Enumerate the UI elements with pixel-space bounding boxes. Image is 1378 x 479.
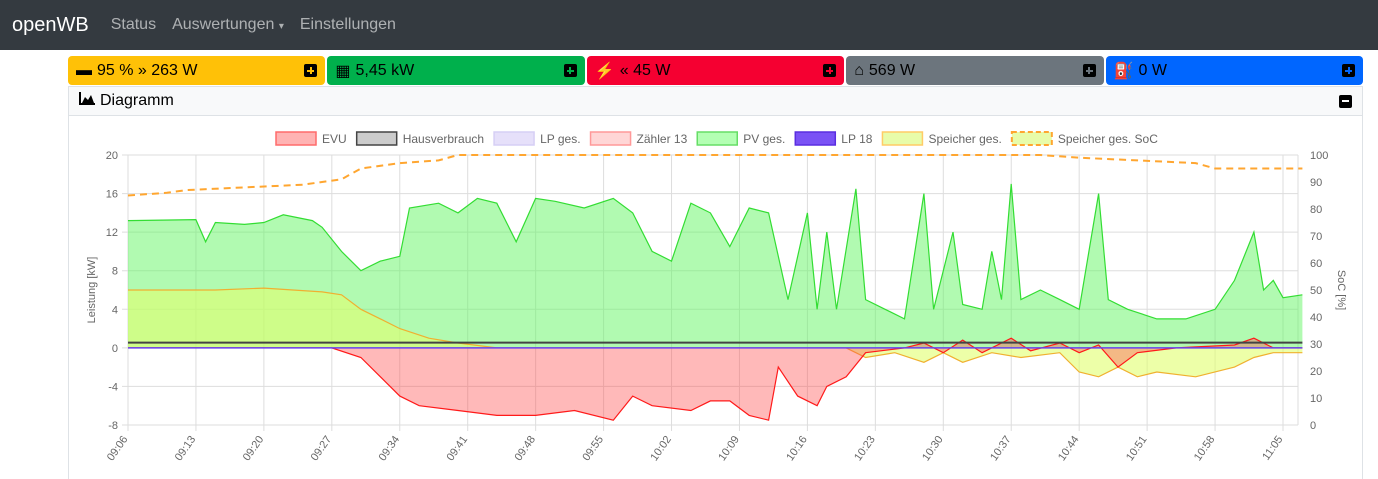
x-tick-label: 10:02	[648, 434, 674, 463]
y-tick-label: 4	[112, 304, 118, 316]
y-tick-label: 16	[106, 189, 118, 201]
legend-label: LP ges.	[540, 132, 580, 146]
legend-label: Speicher ges. SoC	[1058, 132, 1158, 146]
y-tick-label: 0	[112, 343, 118, 355]
x-tick-label: 09:06	[105, 434, 131, 463]
y2-tick-label: 50	[1310, 285, 1322, 297]
x-tick-label: 09:20	[241, 434, 267, 463]
y2-tick-label: 90	[1310, 177, 1322, 189]
y2-tick-label: 60	[1310, 258, 1322, 270]
y-tick-label: -8	[108, 420, 118, 432]
soc-line	[127, 154, 1303, 197]
y2-tick-label: 70	[1310, 231, 1322, 243]
legend-label: LP 18	[841, 132, 872, 146]
legend-label: Zähler 13	[637, 132, 688, 146]
y2-axis-label: SoC [%]	[1335, 270, 1347, 310]
x-tick-label: 10:09	[716, 434, 742, 463]
y-axis-label: Leistung [kW]	[86, 257, 98, 324]
x-tick-label: 09:13	[173, 434, 199, 463]
evu-series-area	[128, 338, 1303, 421]
y2-tick-label: 100	[1310, 150, 1328, 162]
x-tick-label: 10:23	[852, 434, 878, 463]
y2-tick-label: 30	[1310, 339, 1322, 351]
legend-swatch	[355, 131, 398, 146]
x-tick-label: 09:48	[512, 434, 538, 463]
y2-tick-label: 40	[1310, 312, 1322, 324]
legend-swatch	[881, 131, 924, 146]
x-tick-label: 10:44	[1056, 434, 1082, 463]
x-tick-label: 09:55	[580, 434, 606, 463]
y2-tick-label: 80	[1310, 204, 1322, 216]
legend-swatch	[794, 131, 837, 146]
x-tick-label: 09:34	[377, 434, 403, 463]
legend-label: PV ges.	[743, 132, 785, 146]
legend-swatch	[696, 131, 738, 146]
legend-swatch	[1010, 131, 1053, 146]
y-tick-label: 8	[112, 266, 118, 278]
x-tick-label: 10:30	[920, 434, 946, 463]
legend-swatch	[275, 131, 317, 146]
y-tick-label: 20	[106, 150, 118, 162]
legend-label: Hausverbrauch	[403, 132, 484, 146]
x-tick-label: 10:37	[988, 434, 1014, 463]
x-tick-label: 09:27	[309, 434, 335, 463]
power-chart: 201612840-4-8100908070605040302010009:06…	[86, 131, 1347, 463]
legend-swatch	[589, 131, 632, 146]
legend-label: Speicher ges.	[928, 132, 1001, 146]
y2-tick-label: 20	[1310, 366, 1322, 378]
x-tick-label: 10:58	[1192, 434, 1218, 463]
legend-label: EVU	[322, 132, 347, 146]
y-tick-label: 12	[106, 227, 118, 239]
x-tick-label: 10:51	[1124, 434, 1150, 463]
x-tick-label: 10:16	[784, 434, 810, 463]
x-tick-label: 11:05	[1260, 434, 1285, 463]
y2-tick-label: 0	[1310, 420, 1316, 432]
y-tick-label: -4	[108, 381, 118, 393]
legend-swatch	[493, 131, 535, 146]
x-tick-label: 09:41	[445, 434, 471, 463]
y2-tick-label: 10	[1310, 393, 1322, 405]
